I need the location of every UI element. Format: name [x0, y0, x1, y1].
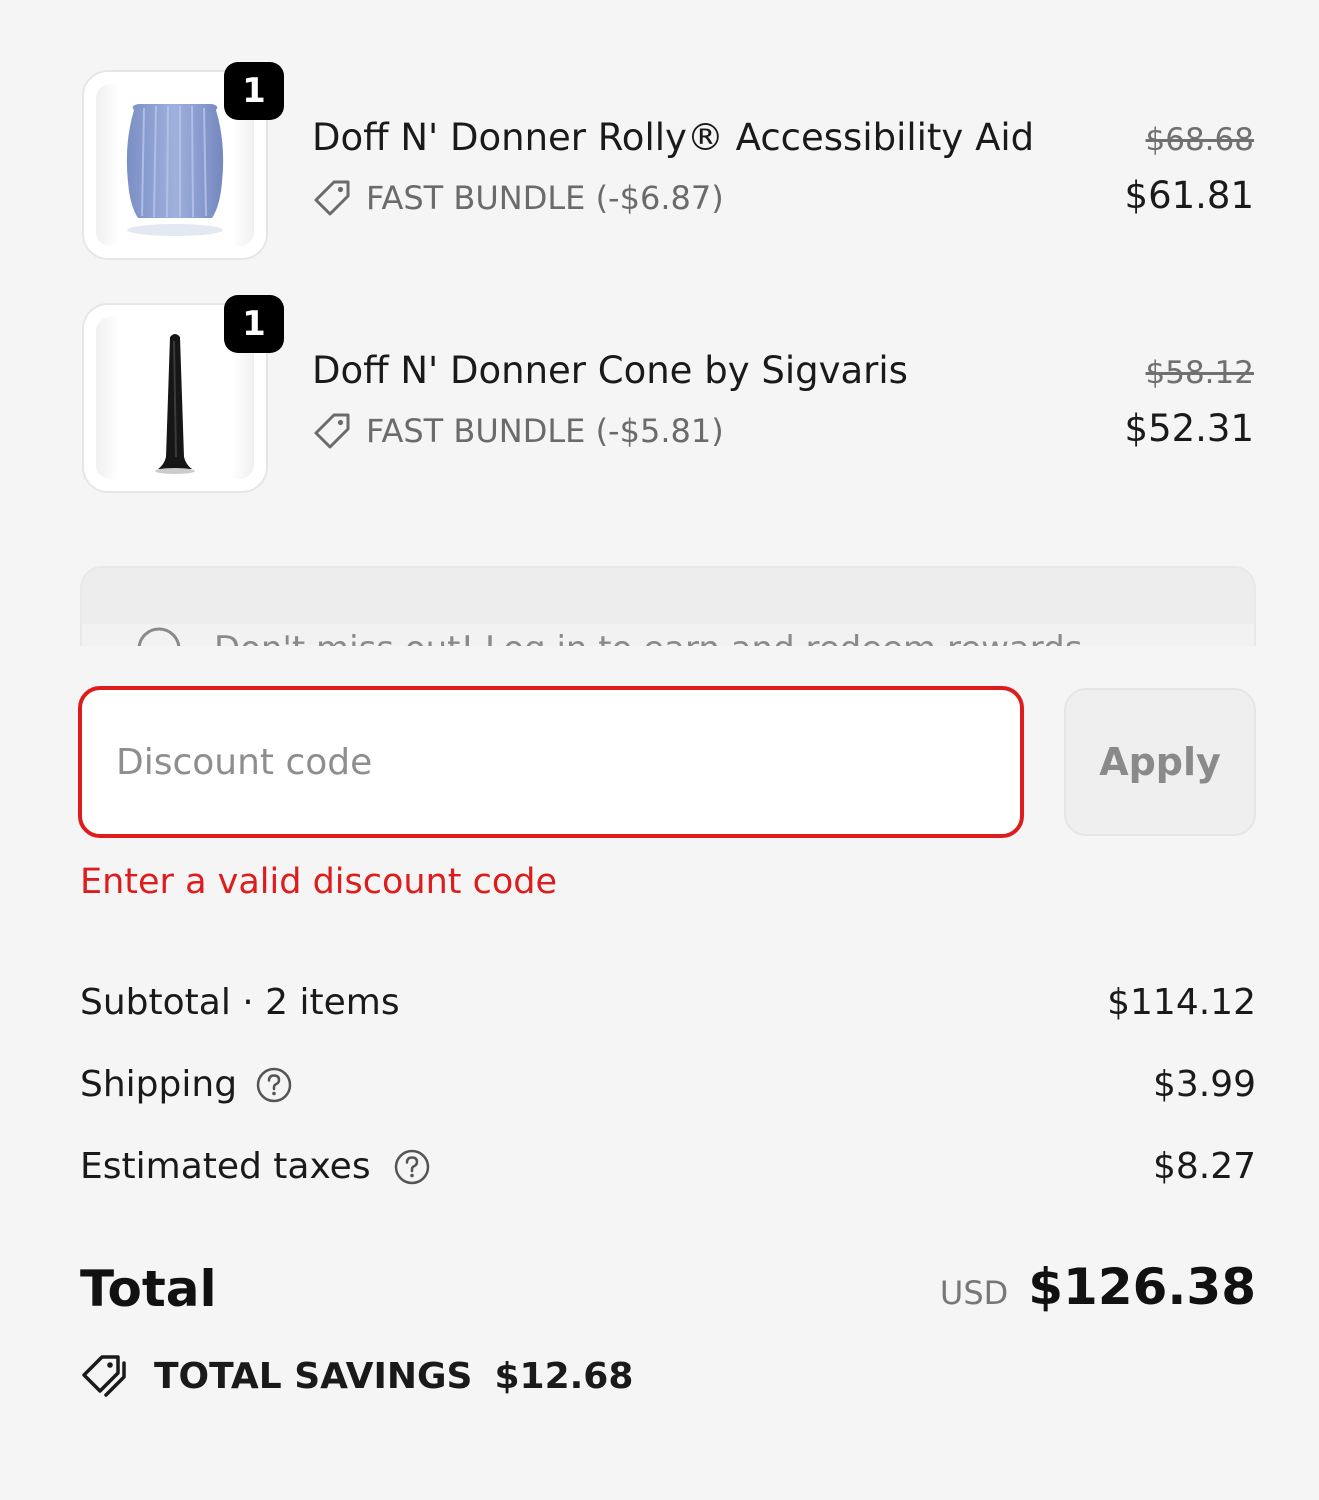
discount-label: FAST BUNDLE (-$5.81) [366, 412, 724, 450]
product-thumbnail: 1 [82, 62, 284, 260]
subtotal-value: $114.12 [1107, 982, 1256, 1023]
discount-error-message: Enter a valid discount code [80, 862, 558, 902]
product-thumbnail: 1 [82, 295, 284, 493]
tags-icon [82, 1355, 126, 1397]
info-icon [137, 627, 181, 646]
item-price: $52.31 [1124, 407, 1254, 450]
discount-tag: FAST BUNDLE (-$5.81) [312, 409, 724, 453]
taxes-label: Estimated taxes [80, 1146, 371, 1187]
original-price: $68.68 [1145, 122, 1254, 158]
subtotal-label: Subtotal · 2 items [80, 982, 400, 1023]
discount-label: FAST BUNDLE (-$6.87) [366, 179, 724, 217]
line-item: 1 Doff N' Donner Rolly® Accessibility Ai… [82, 62, 1256, 260]
item-price: $61.81 [1124, 174, 1254, 217]
question-circle-icon[interactable] [255, 1066, 293, 1104]
rewards-banner[interactable]: Don't miss out! Log in to earn and redee… [80, 566, 1256, 646]
taxes-row: Estimated taxes $8.27 [80, 1146, 1256, 1196]
question-circle-icon[interactable] [393, 1148, 431, 1186]
total-amount-group: USD $126.38 [940, 1258, 1256, 1316]
rewards-text: Don't miss out! Log in to earn and redee… [214, 629, 1082, 646]
discount-code-input[interactable] [78, 686, 1024, 838]
savings-amount: $12.68 [494, 1355, 634, 1397]
savings-label: TOTAL SAVINGS [154, 1355, 473, 1397]
taxes-value: $8.27 [1152, 1146, 1256, 1187]
original-price: $58.12 [1145, 355, 1254, 391]
shipping-value: $3.99 [1152, 1064, 1256, 1105]
subtotal-row: Subtotal · 2 items $114.12 [80, 982, 1256, 1032]
total-label: Total [80, 1260, 217, 1318]
total-savings: TOTAL SAVINGS $12.68 [80, 1350, 633, 1402]
currency-code: USD [939, 1274, 1009, 1312]
product-name: Doff N' Donner Cone by Sigvaris [312, 349, 908, 392]
shipping-label: Shipping [80, 1064, 238, 1105]
line-item: 1 Doff N' Donner Cone by Sigvaris FAST B… [82, 295, 1256, 493]
apply-button[interactable]: Apply [1064, 688, 1256, 836]
tag-icon [314, 180, 350, 216]
product-name: Doff N' Donner Rolly® Accessibility Aid [312, 116, 1035, 159]
discount-tag: FAST BUNDLE (-$6.87) [312, 176, 724, 220]
quantity-badge: 1 [224, 62, 284, 120]
quantity-badge: 1 [224, 295, 284, 353]
total-amount: $126.38 [1028, 1258, 1256, 1316]
shipping-row: Shipping $3.99 [80, 1064, 1256, 1114]
tag-icon [314, 413, 350, 449]
